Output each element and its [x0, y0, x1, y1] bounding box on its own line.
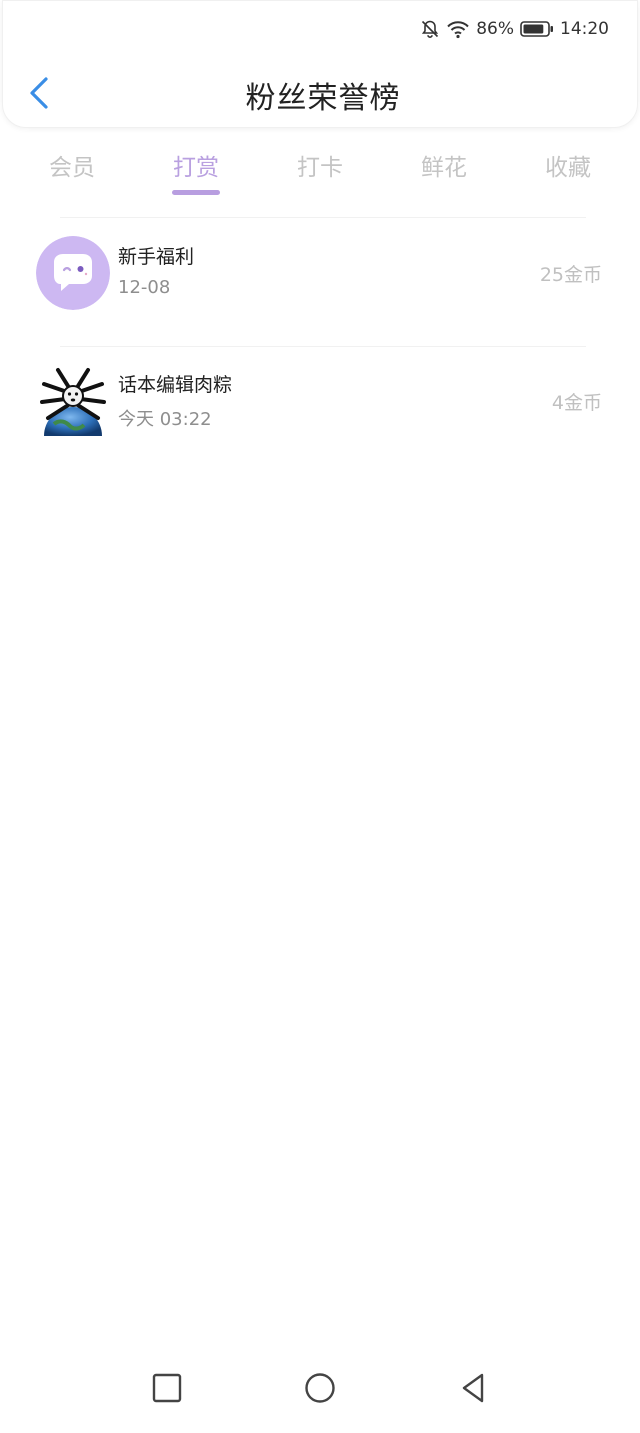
- cartoon-globe-avatar: [36, 364, 110, 438]
- divider: [60, 217, 586, 218]
- tab-member[interactable]: 会员: [36, 142, 108, 200]
- tab-favorite[interactable]: 收藏: [532, 142, 604, 200]
- nav-back-button[interactable]: [443, 1360, 503, 1420]
- battery-icon: [520, 20, 554, 38]
- list-item[interactable]: 话本编辑肉粽 今天 03:22 4金币: [0, 364, 640, 460]
- tab-label: 打赏: [173, 155, 219, 181]
- recent-apps-button[interactable]: [137, 1360, 197, 1420]
- header-card: 86% 14:20 粉丝荣誉榜: [2, 0, 638, 128]
- item-name: 话本编辑肉粽: [118, 374, 233, 396]
- divider: [60, 346, 586, 347]
- battery-percent: 86%: [476, 19, 514, 39]
- tab-label: 打卡: [297, 155, 343, 181]
- chat-bubble-avatar: [36, 236, 110, 310]
- recent-apps-icon: [152, 1373, 182, 1407]
- system-nav-bar: [0, 1360, 640, 1420]
- tab-label: 鲜花: [421, 155, 467, 181]
- item-name: 新手福利: [118, 246, 195, 268]
- tab-checkin[interactable]: 打卡: [284, 142, 356, 200]
- tab-bar: 会员 打赏 打卡 鲜花 收藏: [36, 142, 604, 200]
- back-triangle-icon: [459, 1372, 487, 1408]
- page-title: 粉丝荣誉榜: [245, 81, 401, 116]
- list-item[interactable]: 新手福利 12-08 25金币: [0, 236, 640, 332]
- tab-tip[interactable]: 打赏: [160, 142, 232, 200]
- wifi-icon: [446, 19, 470, 39]
- item-time: 今天 03:22: [118, 409, 212, 430]
- home-button[interactable]: [290, 1360, 350, 1420]
- bell-off-icon: [420, 19, 440, 39]
- tab-label: 会员: [49, 155, 95, 181]
- item-time: 12-08: [118, 277, 171, 298]
- item-amount: 4金币: [551, 392, 602, 414]
- status-time: 14:20: [560, 19, 609, 39]
- home-icon: [304, 1372, 336, 1408]
- status-bar: 86% 14:20: [420, 15, 609, 43]
- tab-label: 收藏: [545, 155, 591, 181]
- active-tab-indicator: [172, 190, 220, 195]
- item-amount: 25金币: [539, 264, 602, 286]
- tab-flower[interactable]: 鲜花: [408, 142, 480, 200]
